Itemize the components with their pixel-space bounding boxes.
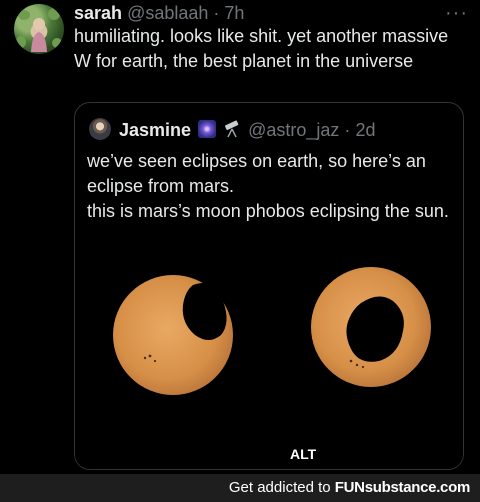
- photo-eclipse-annular[interactable]: [271, 249, 463, 469]
- quoted-timestamp[interactable]: 2d: [355, 120, 375, 140]
- partial-eclipse-image: [113, 275, 233, 395]
- photo-eclipse-partial[interactable]: [75, 249, 267, 469]
- alt-text-badge[interactable]: ALT: [285, 445, 322, 463]
- quoted-avatar[interactable]: [89, 118, 111, 140]
- timestamp[interactable]: 7h: [224, 3, 244, 23]
- display-name[interactable]: sarah: [74, 3, 122, 23]
- user-handle[interactable]: @sablaah: [127, 3, 208, 23]
- separator-dot: ·: [213, 3, 220, 23]
- quoted-text: we’ve seen eclipses on earth, so here’s …: [87, 149, 457, 224]
- galaxy-icon: [198, 120, 217, 138]
- quoted-text-line: this is mars’s moon phobos eclipsing the…: [87, 201, 449, 221]
- avatar[interactable]: [14, 4, 64, 54]
- telescope-icon: [225, 120, 239, 138]
- media-gallery[interactable]: ALT: [75, 249, 463, 469]
- annular-eclipse-image: [311, 267, 431, 387]
- tweet-text: humiliating. looks like shit. yet anothe…: [74, 26, 449, 71]
- footer-brand: FUNsubstance.com: [334, 479, 471, 496]
- quoted-user-handle[interactable]: @astro_jaz: [248, 120, 339, 140]
- person-figure: [31, 18, 47, 52]
- footer-prefix: Get addicted to: [228, 479, 331, 496]
- separator-dot: ·: [344, 120, 351, 140]
- quoted-tweet[interactable]: Jasmine @astro_jaz · 2d we’ve seen eclip…: [74, 102, 464, 470]
- quoted-text-line: we’ve seen eclipses on earth, so here’s …: [87, 151, 426, 196]
- tweet-header: sarah @sablaah · 7h: [74, 2, 244, 24]
- quoted-header: Jasmine @astro_jaz · 2d: [119, 118, 375, 142]
- more-options-icon[interactable]: ···: [445, 2, 468, 25]
- quoted-display-name[interactable]: Jasmine: [119, 120, 191, 140]
- watermark-footer: Get addicted to FUNsubstance.com: [0, 474, 480, 502]
